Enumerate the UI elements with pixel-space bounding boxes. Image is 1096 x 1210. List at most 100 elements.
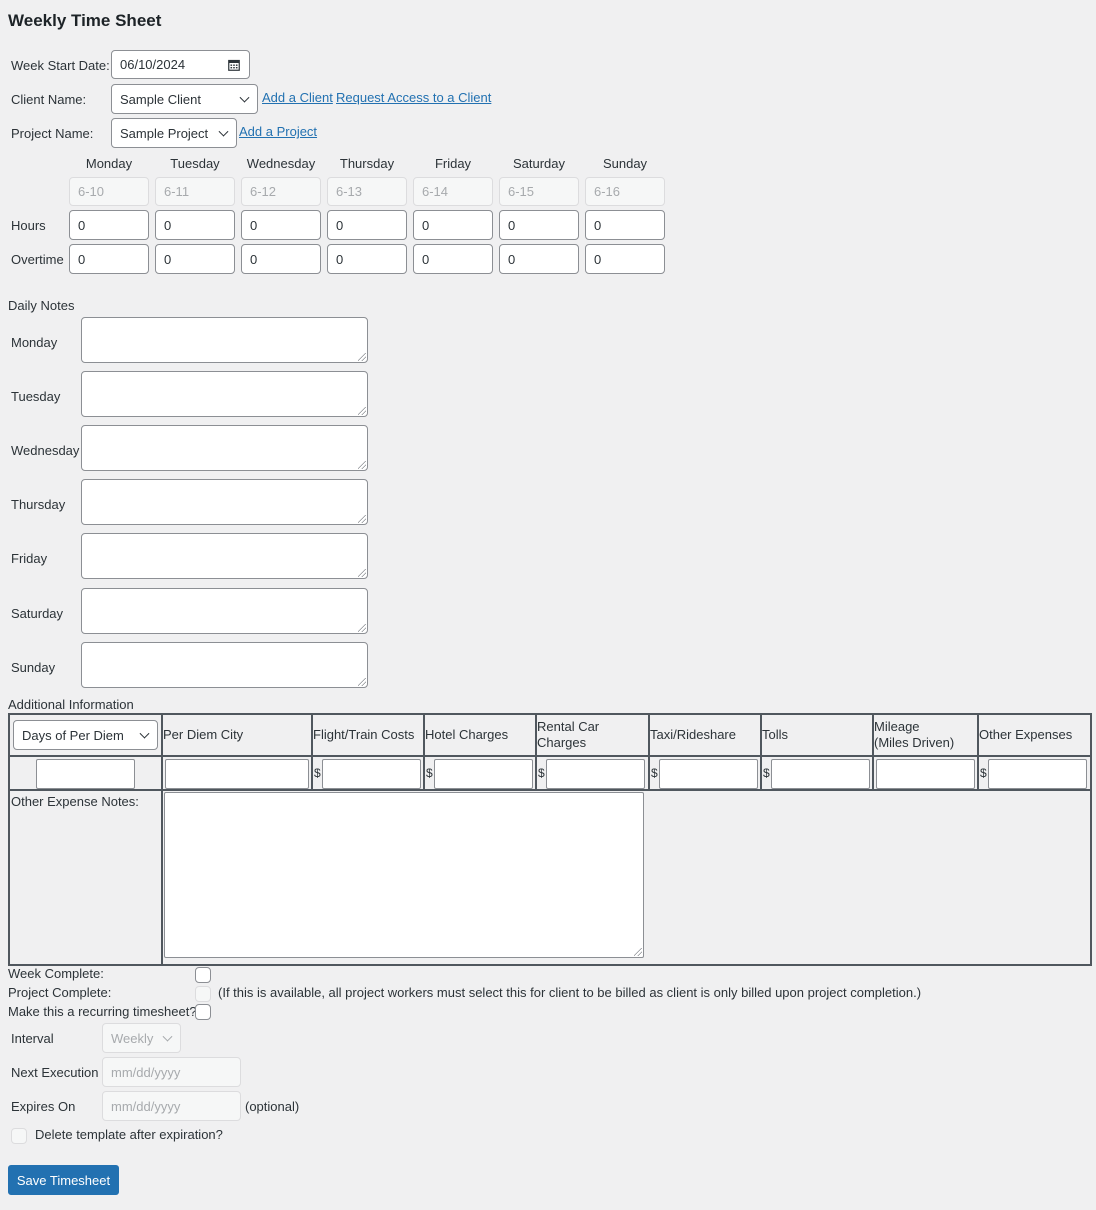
mileage-line-1: Mileage bbox=[874, 719, 920, 734]
col-header-flight-train: Flight/Train Costs bbox=[311, 713, 425, 757]
resize-grip-icon[interactable] bbox=[358, 624, 366, 632]
chevron-down-icon bbox=[239, 92, 250, 103]
notes-textarea-thursday[interactable] bbox=[81, 479, 368, 525]
overtime-input-friday[interactable]: 0 bbox=[413, 244, 493, 274]
project-complete-note: (If this is available, all project worke… bbox=[218, 985, 922, 1000]
hours-input-thursday[interactable]: 0 bbox=[327, 210, 407, 240]
per-diem-days-select-value: Days of Per Diem bbox=[22, 727, 124, 743]
overtime-input-wednesday[interactable]: 0 bbox=[241, 244, 321, 274]
add-client-link[interactable]: Add a Client bbox=[262, 90, 333, 105]
date-field-thursday: 6-13 bbox=[327, 177, 407, 206]
overtime-input-sunday[interactable]: 0 bbox=[585, 244, 665, 274]
project-complete-checkbox[interactable] bbox=[195, 986, 211, 1002]
interval-select[interactable]: Weekly bbox=[102, 1023, 181, 1053]
additional-info-table: Days of Per Diem Per Diem City Flight/Tr… bbox=[8, 713, 1092, 966]
project-select[interactable]: Sample Project bbox=[111, 118, 237, 148]
interval-label: Interval bbox=[11, 1031, 54, 1046]
date-field-friday: 6-14 bbox=[413, 177, 493, 206]
week-start-date-input[interactable]: 06/10/2024 bbox=[111, 50, 250, 79]
next-execution-input[interactable]: mm/dd/yyyy bbox=[102, 1057, 241, 1087]
overtime-value: 0 bbox=[164, 251, 172, 267]
per-diem-days-input[interactable] bbox=[36, 759, 135, 789]
expires-on-input[interactable]: mm/dd/yyyy bbox=[102, 1091, 241, 1121]
mileage-input[interactable] bbox=[876, 759, 975, 789]
overtime-input-thursday[interactable]: 0 bbox=[327, 244, 407, 274]
taxi-rideshare-input[interactable] bbox=[659, 759, 758, 789]
resize-grip-icon[interactable] bbox=[358, 515, 366, 523]
tolls-input[interactable] bbox=[771, 759, 870, 789]
day-header-friday: Friday bbox=[434, 156, 472, 171]
notes-textarea-tuesday[interactable] bbox=[81, 371, 368, 417]
notes-textarea-monday[interactable] bbox=[81, 317, 368, 363]
date-value: 6-13 bbox=[336, 184, 363, 199]
overtime-row-label: Overtime bbox=[11, 252, 64, 267]
other-expenses-input[interactable] bbox=[988, 759, 1087, 789]
delete-template-label: Delete template after expiration? bbox=[35, 1127, 223, 1142]
col-header-taxi-rideshare: Taxi/Rideshare bbox=[648, 713, 762, 757]
hours-row-label: Hours bbox=[11, 218, 46, 233]
overtime-input-saturday[interactable]: 0 bbox=[499, 244, 579, 274]
hours-input-sunday[interactable]: 0 bbox=[585, 210, 665, 240]
week-start-label: Week Start Date: bbox=[11, 58, 110, 73]
hours-input-wednesday[interactable]: 0 bbox=[241, 210, 321, 240]
per-diem-days-input-cell bbox=[8, 755, 163, 791]
expires-on-label: Expires On bbox=[11, 1099, 76, 1114]
resize-grip-icon[interactable] bbox=[358, 461, 366, 469]
resize-grip-icon[interactable] bbox=[358, 678, 366, 686]
hotel-charges-input[interactable] bbox=[434, 759, 533, 789]
expires-on-placeholder: mm/dd/yyyy bbox=[111, 1098, 181, 1114]
resize-grip-icon[interactable] bbox=[358, 407, 366, 415]
per-diem-city-input[interactable] bbox=[165, 759, 309, 789]
col-header-other-expenses: Other Expenses bbox=[977, 713, 1092, 757]
resize-grip-icon[interactable] bbox=[358, 569, 366, 577]
other-expense-notes-cell bbox=[161, 789, 1092, 966]
date-value: 6-10 bbox=[78, 184, 105, 199]
hours-value: 0 bbox=[508, 217, 516, 233]
interval-select-value: Weekly bbox=[111, 1030, 154, 1046]
notes-textarea-friday[interactable] bbox=[81, 533, 368, 579]
col-header-tolls: Tolls bbox=[760, 713, 874, 757]
hours-input-saturday[interactable]: 0 bbox=[499, 210, 579, 240]
day-header-wednesday: Wednesday bbox=[246, 156, 316, 171]
notes-textarea-wednesday[interactable] bbox=[81, 425, 368, 471]
overtime-value: 0 bbox=[508, 251, 516, 267]
save-timesheet-button[interactable]: Save Timesheet bbox=[8, 1165, 119, 1195]
resize-grip-icon[interactable] bbox=[358, 353, 366, 361]
week-complete-checkbox[interactable] bbox=[195, 967, 211, 983]
currency-symbol: $ bbox=[651, 766, 658, 780]
date-value: 6-11 bbox=[164, 184, 190, 199]
calendar-icon[interactable] bbox=[228, 59, 240, 71]
flight-input-cell: $ bbox=[311, 755, 425, 791]
per-diem-days-cell: Days of Per Diem bbox=[8, 713, 163, 757]
hours-value: 0 bbox=[250, 217, 258, 233]
hours-value: 0 bbox=[594, 217, 602, 233]
overtime-input-tuesday[interactable]: 0 bbox=[155, 244, 235, 274]
date-field-monday: 6-10 bbox=[69, 177, 149, 206]
request-access-client-link[interactable]: Request Access to a Client bbox=[336, 90, 491, 105]
project-name-label: Project Name: bbox=[11, 126, 94, 141]
notes-label-tuesday: Tuesday bbox=[11, 389, 61, 404]
chevron-down-icon bbox=[218, 126, 229, 137]
rental-car-input[interactable] bbox=[546, 759, 645, 789]
hours-input-friday[interactable]: 0 bbox=[413, 210, 493, 240]
day-header-thursday: Thursday bbox=[339, 156, 395, 171]
optional-hint: (optional) bbox=[245, 1099, 300, 1114]
hours-input-monday[interactable]: 0 bbox=[69, 210, 149, 240]
next-execution-label: Next Execution bbox=[11, 1065, 99, 1080]
flight-train-input[interactable] bbox=[322, 759, 421, 789]
notes-textarea-sunday[interactable] bbox=[81, 642, 368, 688]
client-name-label: Client Name: bbox=[11, 92, 87, 107]
day-header-saturday: Saturday bbox=[512, 156, 566, 171]
date-field-sunday: 6-16 bbox=[585, 177, 665, 206]
per-diem-days-select[interactable]: Days of Per Diem bbox=[13, 720, 158, 750]
overtime-input-monday[interactable]: 0 bbox=[69, 244, 149, 274]
other-expense-notes-textarea[interactable] bbox=[164, 792, 644, 958]
hours-input-tuesday[interactable]: 0 bbox=[155, 210, 235, 240]
notes-label-wednesday: Wednesday bbox=[11, 443, 80, 458]
notes-textarea-saturday[interactable] bbox=[81, 588, 368, 634]
resize-grip-icon[interactable] bbox=[634, 948, 642, 956]
delete-template-checkbox[interactable] bbox=[11, 1128, 27, 1144]
client-select[interactable]: Sample Client bbox=[111, 84, 258, 114]
add-project-link[interactable]: Add a Project bbox=[239, 124, 317, 139]
recurring-checkbox[interactable] bbox=[195, 1004, 211, 1020]
